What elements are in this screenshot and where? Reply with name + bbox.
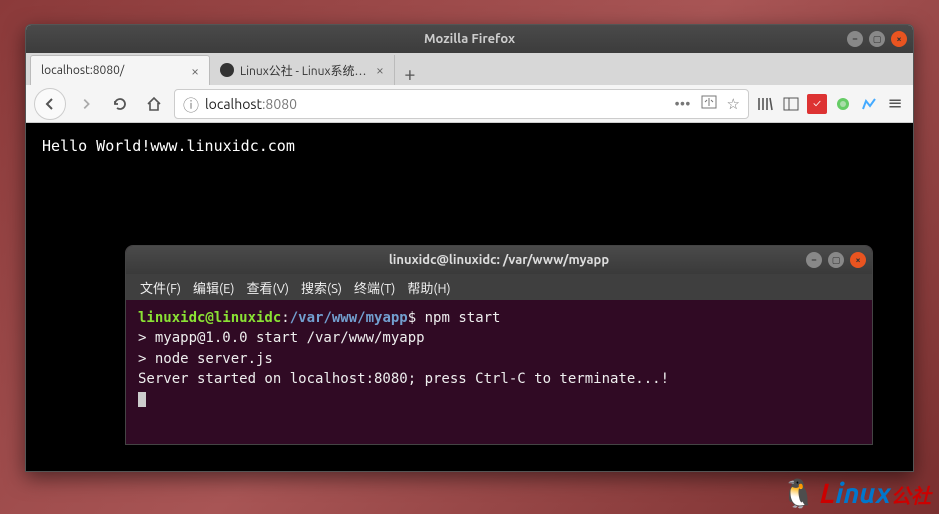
close-tab-icon[interactable]: × [191, 63, 199, 79]
close-tab-icon[interactable]: × [376, 62, 384, 78]
terminal-menubar: 文件(F) 编辑(E) 查看(V) 搜索(S) 终端(T) 帮助(H) [126, 274, 872, 300]
close-button[interactable]: × [891, 31, 907, 47]
library-icon[interactable] [755, 94, 775, 114]
sidebar-icon[interactable] [781, 94, 801, 114]
home-button[interactable] [140, 90, 168, 118]
favicon-icon [220, 63, 234, 77]
tab-label: Linux公社 - Linux系统门户 [240, 62, 370, 79]
tab-localhost[interactable]: localhost:8080/ × [30, 55, 210, 85]
extension-blue-icon[interactable] [859, 94, 879, 114]
back-button[interactable] [34, 88, 66, 120]
prompt-user: linuxidc@linuxidc [138, 310, 281, 326]
maximize-button[interactable]: ▢ [828, 252, 844, 268]
reader-icon[interactable] [701, 95, 717, 113]
menu-search[interactable]: 搜索(S) [297, 276, 346, 299]
prompt-path: /var/www/myapp [290, 310, 408, 326]
cursor-icon [138, 392, 146, 407]
forward-button[interactable] [72, 90, 100, 118]
minimize-button[interactable]: – [847, 31, 863, 47]
terminal-body[interactable]: linuxidc@linuxidc:/var/www/myapp$ npm st… [126, 300, 872, 444]
output-line: > node server.js [138, 349, 860, 369]
new-tab-button[interactable]: + [395, 62, 425, 85]
star-icon[interactable]: ☆ [727, 95, 740, 113]
menu-view[interactable]: 查看(V) [243, 276, 293, 299]
address-bar[interactable]: ⓘ localhost:8080 ••• ☆ [174, 89, 749, 119]
maximize-button[interactable]: ▢ [869, 31, 885, 47]
tux-icon: 🐧 [781, 477, 816, 510]
extension-green-icon[interactable] [833, 94, 853, 114]
tab-bar: localhost:8080/ × Linux公社 - Linux系统门户 × … [26, 53, 913, 85]
menu-button[interactable]: ≡ [885, 94, 905, 114]
menu-terminal[interactable]: 终端(T) [350, 276, 399, 299]
reload-button[interactable] [106, 90, 134, 118]
terminal-window: linuxidc@linuxidc: /var/www/myapp – ▢ × … [125, 245, 873, 445]
output-line: > myapp@1.0.0 start /var/www/myapp [138, 328, 860, 348]
watermark-logo: 🐧 Linux公社 [781, 477, 931, 510]
more-icon[interactable]: ••• [674, 95, 690, 113]
terminal-title: linuxidc@linuxidc: /var/www/myapp [389, 253, 609, 267]
menu-edit[interactable]: 编辑(E) [189, 276, 238, 299]
menu-file[interactable]: 文件(F) [136, 276, 185, 299]
nav-toolbar: ⓘ localhost:8080 ••• ☆ ✓ ≡ [26, 85, 913, 123]
firefox-titlebar: Mozilla Firefox – ▢ × [26, 25, 913, 53]
close-button[interactable]: × [850, 252, 866, 268]
url-text: localhost:8080 [205, 96, 668, 112]
extension-red-icon[interactable]: ✓ [807, 94, 827, 114]
menu-help[interactable]: 帮助(H) [403, 276, 454, 299]
tab-label: localhost:8080/ [41, 64, 124, 77]
tab-linuxidc[interactable]: Linux公社 - Linux系统门户 × [210, 55, 395, 85]
firefox-title: Mozilla Firefox [424, 32, 515, 46]
page-body-text: Hello World!www.linuxidc.com [42, 137, 295, 155]
terminal-titlebar: linuxidc@linuxidc: /var/www/myapp – ▢ × [126, 246, 872, 274]
output-line: Server started on localhost:8080; press … [138, 369, 860, 389]
minimize-button[interactable]: – [806, 252, 822, 268]
info-icon[interactable]: ⓘ [183, 92, 199, 116]
